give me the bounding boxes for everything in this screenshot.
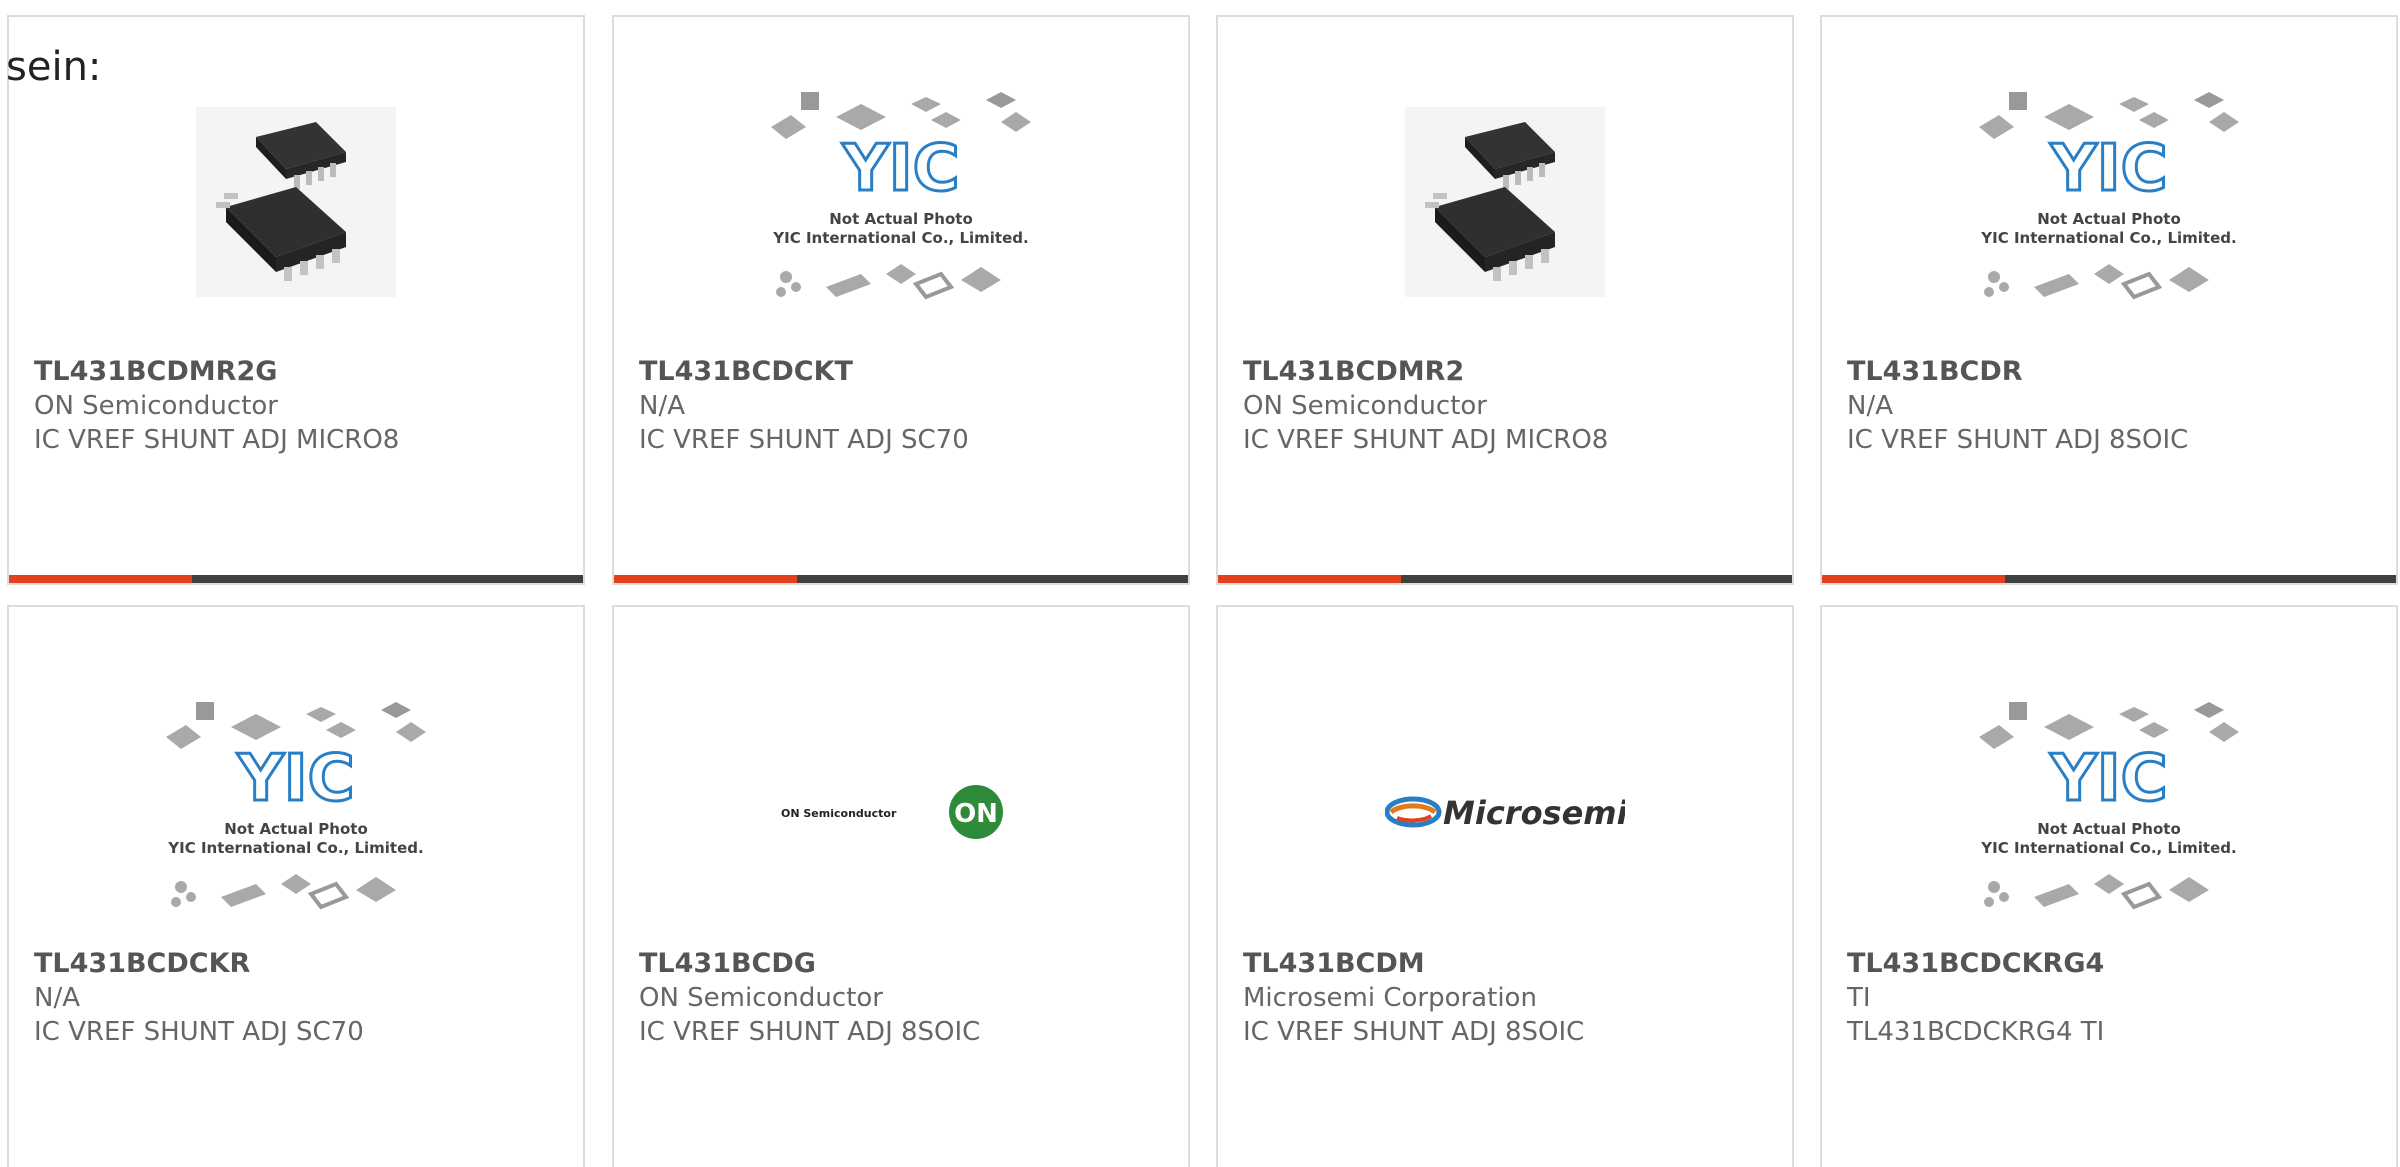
svg-text:Not Actual Photo: Not Actual Photo — [2037, 820, 2181, 838]
manufacturer: N/A — [1847, 391, 1893, 421]
svg-text:YIC: YIC — [236, 742, 354, 816]
product-grid-page: sein: TL431BCDMR2G ON Semiconductor IC V… — [0, 0, 2400, 1167]
description: IC VREF SHUNT ADJ MICRO8 — [1243, 425, 1609, 455]
product-image[interactable] — [9, 97, 583, 307]
svg-text:YIC: YIC — [2049, 132, 2167, 206]
product-card[interactable]: Microsemi TL431BCDM Microsemi Corporatio… — [1216, 605, 1794, 1167]
svg-text:Not Actual Photo: Not Actual Photo — [224, 820, 368, 838]
part-number[interactable]: TL431BCDCKT — [639, 355, 1168, 389]
manufacturer: TI — [1847, 983, 1871, 1013]
manufacturer: ON Semiconductor — [34, 391, 278, 421]
product-image[interactable]: Microsemi — [1218, 677, 1792, 947]
manufacturer: ON Semiconductor — [1243, 391, 1487, 421]
svg-text:YIC International Co., Limited: YIC International Co., Limited. — [1980, 839, 2236, 857]
svg-text:Microsemi: Microsemi — [1443, 794, 1625, 832]
part-number[interactable]: TL431BCDG — [639, 947, 1168, 981]
part-number[interactable]: TL431BCDCKR — [34, 947, 563, 981]
card-footer-bar — [1218, 575, 1792, 583]
product-image[interactable]: YIC Not Actual Photo YIC International C… — [614, 92, 1188, 307]
product-card[interactable]: ON Semiconductor ON TL431BCDG ON Semicon… — [612, 605, 1190, 1167]
svg-text:YIC International Co., Limited: YIC International Co., Limited. — [167, 839, 423, 857]
on-semiconductor-logo-icon: ON Semiconductor ON — [781, 785, 1003, 839]
svg-text:YIC: YIC — [841, 132, 959, 206]
product-card[interactable]: YIC Not Actual Photo YIC International C… — [7, 605, 585, 1167]
micro8-chip-icon — [1405, 107, 1605, 297]
intro-text: sein: — [6, 44, 102, 90]
svg-text:YIC International Co., Limited: YIC International Co., Limited. — [772, 229, 1028, 247]
svg-text:ON Semiconductor: ON Semiconductor — [781, 807, 897, 820]
product-image[interactable]: ON Semiconductor ON — [614, 677, 1188, 947]
description: IC VREF SHUNT ADJ 8SOIC — [1243, 1017, 1585, 1047]
description: IC VREF SHUNT ADJ SC70 — [639, 425, 969, 455]
part-number[interactable]: TL431BCDM — [1243, 947, 1772, 981]
product-card[interactable]: YIC Not Actual Photo YIC International C… — [612, 15, 1190, 585]
manufacturer: N/A — [34, 983, 80, 1013]
product-card[interactable]: TL431BCDMR2 ON Semiconductor IC VREF SHU… — [1216, 15, 1794, 585]
manufacturer: N/A — [639, 391, 685, 421]
yic-placeholder-icon: YIC Not Actual Photo YIC International C… — [771, 92, 1031, 300]
product-card[interactable]: TL431BCDMR2G ON Semiconductor IC VREF SH… — [7, 15, 585, 585]
product-image[interactable]: YIC Not Actual Photo YIC International C… — [1822, 92, 2396, 307]
manufacturer: Microsemi Corporation — [1243, 983, 1537, 1013]
micro8-chip-icon — [196, 107, 396, 297]
product-image[interactable] — [1218, 97, 1792, 307]
part-number[interactable]: TL431BCDR — [1847, 355, 2376, 389]
part-number[interactable]: TL431BCDMR2G — [34, 355, 563, 389]
card-footer-bar — [614, 575, 1188, 583]
yic-placeholder-icon: YIC Not Actual Photo YIC International C… — [1979, 92, 2239, 300]
product-image[interactable]: YIC Not Actual Photo YIC International C… — [1822, 677, 2396, 947]
svg-text:Not Actual Photo: Not Actual Photo — [829, 210, 973, 228]
description: IC VREF SHUNT ADJ SC70 — [34, 1017, 364, 1047]
microsemi-logo-icon: Microsemi — [1385, 794, 1625, 832]
card-footer-bar — [1822, 575, 2396, 583]
description: IC VREF SHUNT ADJ 8SOIC — [1847, 425, 2189, 455]
description: IC VREF SHUNT ADJ 8SOIC — [639, 1017, 981, 1047]
part-number[interactable]: TL431BCDMR2 — [1243, 355, 1772, 389]
card-footer-bar — [9, 575, 583, 583]
manufacturer: ON Semiconductor — [639, 983, 883, 1013]
svg-text:ON: ON — [954, 799, 998, 829]
svg-text:YIC International Co., Limited: YIC International Co., Limited. — [1980, 229, 2236, 247]
description: TL431BCDCKRG4 TI — [1847, 1017, 2105, 1047]
product-image[interactable]: YIC Not Actual Photo YIC International C… — [9, 677, 583, 947]
svg-text:Not Actual Photo: Not Actual Photo — [2037, 210, 2181, 228]
svg-text:YIC: YIC — [2049, 742, 2167, 816]
yic-placeholder-icon: YIC Not Actual Photo YIC International C… — [1979, 702, 2239, 910]
yic-placeholder-icon: YIC Not Actual Photo YIC International C… — [166, 702, 426, 910]
product-card[interactable]: YIC Not Actual Photo YIC International C… — [1820, 15, 2398, 585]
product-card[interactable]: YIC Not Actual Photo YIC International C… — [1820, 605, 2398, 1167]
part-number[interactable]: TL431BCDCKRG4 — [1847, 947, 2376, 981]
description: IC VREF SHUNT ADJ MICRO8 — [34, 425, 400, 455]
